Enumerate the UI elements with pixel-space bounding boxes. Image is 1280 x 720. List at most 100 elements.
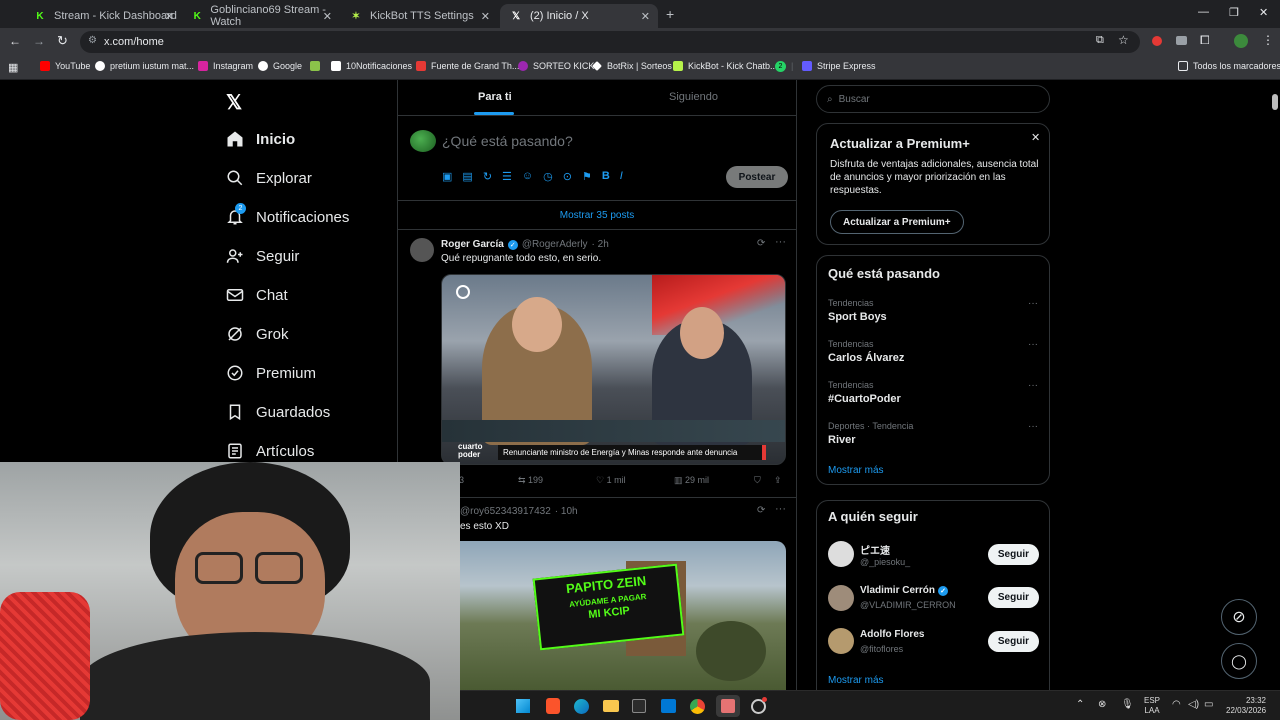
extensions-puzzle-icon[interactable]: ⧠: [1200, 33, 1210, 48]
more-icon[interactable]: ···: [775, 503, 786, 515]
premium-button[interactable]: Actualizar a Premium+: [830, 210, 964, 234]
tab-siguiendo[interactable]: Siguiendo: [669, 91, 718, 103]
bookmark-notificaciones[interactable]: 10Notificaciones: [331, 61, 412, 71]
poll-icon[interactable]: ☰: [502, 170, 512, 183]
post-button[interactable]: Postear: [726, 166, 788, 188]
extension-icon[interactable]: [1152, 36, 1162, 46]
views-button[interactable]: ▥ 29 mil: [674, 475, 709, 486]
more-icon[interactable]: ···: [1028, 339, 1038, 350]
follow-name[interactable]: Adolfo Flores: [860, 629, 924, 640]
close-icon[interactable]: ✕: [481, 10, 490, 23]
image-icon[interactable]: ▣: [442, 170, 452, 183]
bookmark-google[interactable]: Google: [258, 61, 302, 71]
mail-app-icon[interactable]: [661, 699, 676, 713]
site-info-icon[interactable]: ⚙: [88, 35, 97, 46]
chat-float-button[interactable]: ◯: [1221, 643, 1257, 679]
follow-button[interactable]: Seguir: [987, 587, 1039, 608]
follow-name[interactable]: Vladimir Cerrón: [860, 585, 935, 596]
apps-icon[interactable]: ▦: [8, 61, 18, 74]
location-icon[interactable]: ⊙: [563, 170, 572, 183]
new-tab-icon[interactable]: +: [666, 6, 674, 22]
sidebar-item-articulos[interactable]: Artículos: [226, 442, 314, 460]
avatar[interactable]: [410, 238, 434, 262]
sidebar-item-guardados[interactable]: Guardados: [226, 403, 330, 421]
sidebar-item-inicio[interactable]: Inicio: [226, 130, 295, 148]
post-image[interactable]: cuarto poder Renunciante ministro de Ene…: [441, 274, 786, 465]
windows-start-icon[interactable]: [516, 699, 530, 713]
bookmark-extra[interactable]: [310, 61, 325, 71]
back-icon[interactable]: ←: [9, 34, 21, 48]
follow-handle[interactable]: @fitoflores: [860, 644, 903, 654]
search-input[interactable]: ⌕ Buscar: [816, 85, 1050, 113]
file-explorer-icon[interactable]: [603, 700, 619, 712]
grok-icon[interactable]: ↻: [483, 170, 492, 183]
restore-icon[interactable]: ❐: [1229, 6, 1239, 19]
share-icon[interactable]: ⇪: [774, 475, 782, 486]
more-icon[interactable]: ···: [1028, 298, 1038, 309]
tab-kickbot-tts[interactable]: ✶ KickBot TTS Settings ✕: [340, 4, 498, 28]
sidebar-item-premium[interactable]: Premium: [226, 364, 316, 382]
more-icon[interactable]: ···: [775, 236, 786, 248]
language-indicator[interactable]: ESP LAA: [1144, 696, 1160, 716]
address-bar[interactable]: ⚙ x.com/home: [80, 31, 1140, 53]
all-bookmarks[interactable]: Todos los marcadores: [1178, 61, 1280, 71]
microphone-icon[interactable]: 🎙︎: [1121, 699, 1134, 710]
grok-float-button[interactable]: ⊘: [1221, 599, 1257, 635]
bookmark-sorteo-kick[interactable]: SORTEO KICK: [518, 61, 594, 71]
follow-handle[interactable]: @VLADIMIR_CERRON: [860, 600, 956, 610]
author-handle[interactable]: @RogerAderly: [522, 239, 588, 250]
like-button[interactable]: ♡ 1 mil: [596, 475, 626, 486]
scrollbar-thumb[interactable]: [1272, 94, 1278, 110]
flag-icon[interactable]: ⚑: [582, 170, 592, 183]
tab-para-ti[interactable]: Para ti: [478, 91, 512, 103]
wifi-icon[interactable]: ◠: [1172, 699, 1181, 710]
bookmark-icon[interactable]: ⛉: [754, 475, 761, 486]
more-icon[interactable]: ···: [1028, 380, 1038, 391]
trend-item[interactable]: Tendencias Carlos Álvarez ···: [828, 339, 1038, 364]
brave-icon[interactable]: [546, 698, 560, 714]
window-close-icon[interactable]: ✕: [1259, 6, 1268, 19]
author-name[interactable]: Roger García: [441, 239, 504, 250]
sidebar-item-seguir[interactable]: Seguir: [226, 247, 299, 265]
follow-handle[interactable]: @_piesoku_: [860, 557, 910, 567]
clock[interactable]: 23:32 22/03/2026: [1226, 696, 1266, 716]
tab-x-inicio[interactable]: 𝕏 (2) Inicio / X ✕: [500, 4, 658, 28]
grok-icon[interactable]: ⟳: [757, 505, 765, 516]
x-logo-icon[interactable]: 𝕏: [226, 90, 242, 115]
avatar[interactable]: [828, 541, 854, 567]
schedule-icon[interactable]: ◷: [543, 170, 553, 183]
bookmark-kickbot[interactable]: KickBot - Kick Chatb...: [673, 61, 778, 71]
follow-name[interactable]: ピエ速: [860, 542, 890, 557]
bookmark-instagram[interactable]: Instagram: [198, 61, 253, 71]
emoji-icon[interactable]: ☺: [522, 170, 533, 183]
show-more-link[interactable]: Mostrar más: [828, 465, 884, 476]
obs-like-app-icon[interactable]: [721, 699, 735, 713]
italic-icon[interactable]: I: [620, 170, 623, 183]
post-image[interactable]: PAPITO ZEIN AYÚDAME A PAGAR MI KCIP: [441, 541, 786, 690]
bookmark-youtube[interactable]: YouTube: [40, 61, 90, 71]
edge-icon[interactable]: [574, 699, 589, 714]
sidebar-item-grok[interactable]: Grok: [226, 325, 289, 343]
bookmark-botrix[interactable]: BotRix | Sorteos: [592, 61, 672, 71]
author-handle[interactable]: @roy652343917432: [460, 506, 551, 517]
store-icon[interactable]: [632, 699, 646, 713]
close-icon[interactable]: ✕: [641, 10, 650, 23]
forward-icon[interactable]: →: [33, 34, 45, 48]
bookmark-whatsapp[interactable]: 2: [775, 61, 791, 72]
show-more-link[interactable]: Mostrar más: [828, 675, 884, 686]
compose-input[interactable]: ¿Qué está pasando?: [442, 133, 573, 149]
extension-icon[interactable]: [1176, 36, 1187, 45]
bookmark-star-icon[interactable]: ☆: [1118, 33, 1129, 47]
volume-icon[interactable]: ◁): [1188, 699, 1199, 710]
battery-icon[interactable]: ▭: [1204, 699, 1213, 710]
bold-icon[interactable]: B: [602, 170, 610, 183]
follow-button[interactable]: Seguir: [987, 544, 1039, 565]
tab-goblinciano-stream[interactable]: K Goblinciano69 Stream - Watch ✕: [182, 4, 340, 28]
grok-icon[interactable]: ⟳: [757, 238, 765, 249]
minimize-icon[interactable]: —: [1198, 6, 1209, 18]
tab-kick-dashboard[interactable]: K Stream - Kick Dashboard ✕: [24, 4, 182, 28]
reload-icon[interactable]: ↻: [57, 33, 68, 49]
follow-button[interactable]: Seguir: [987, 631, 1039, 652]
sidebar-item-notificaciones[interactable]: 2 Notificaciones: [226, 203, 349, 226]
trend-item[interactable]: Deportes · Tendencia River ···: [828, 421, 1038, 446]
